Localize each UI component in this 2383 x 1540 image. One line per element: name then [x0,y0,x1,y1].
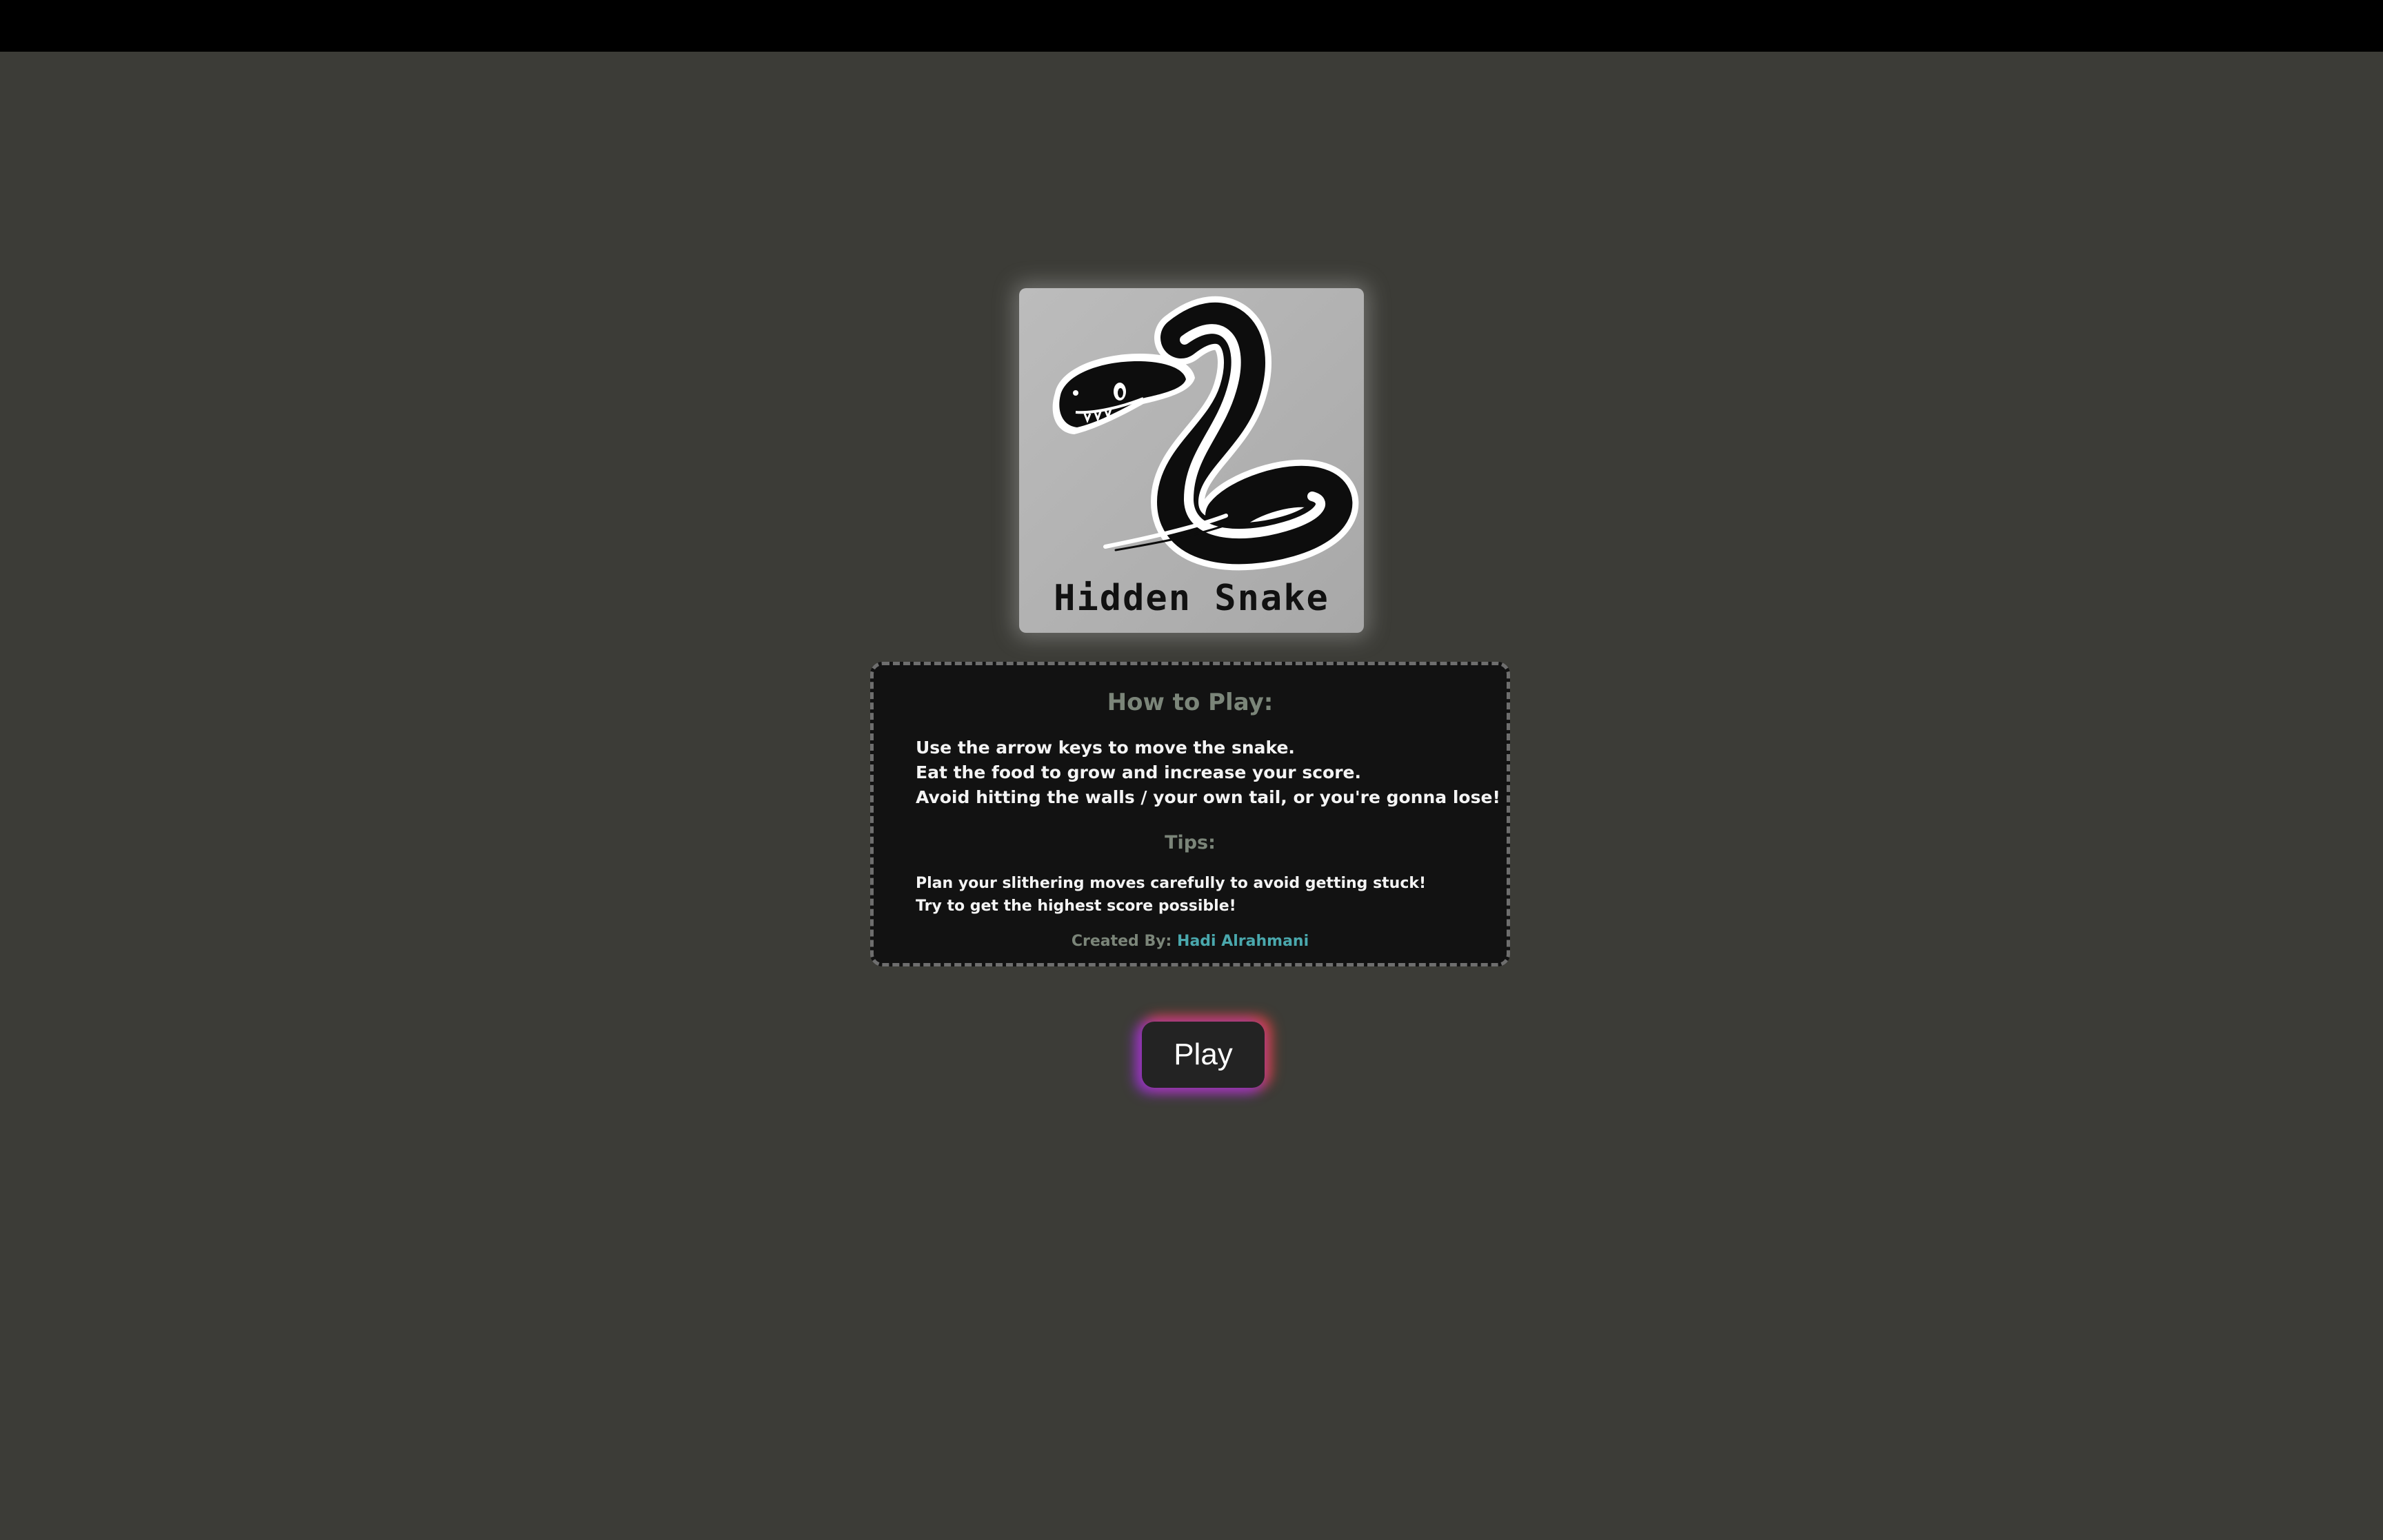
instruction-item: Use the arrow keys to move the snake. [916,738,1295,758]
tips-list: Plan your slithering moves carefully to … [916,872,1426,918]
tips-title: Tips: [1165,832,1216,853]
author-link[interactable]: Hadi Alrahmani [1177,933,1309,950]
instructions-list: Use the arrow keys to move the snake. Ea… [916,736,1500,810]
tip-item: Try to get the highest score possible! [916,898,1236,915]
browser-top-bar [0,0,2383,52]
play-button[interactable]: Play [1142,1022,1265,1088]
how-to-play-title: How to Play: [1107,689,1274,716]
instruction-item: Eat the food to grow and increase your s… [916,762,1361,782]
credit-label: Created By: [1071,933,1172,950]
snake-icon [1052,296,1358,571]
logo-title: Hidden Snake [1054,578,1329,619]
game-logo: Hidden Snake [1019,288,1364,633]
credit-line: Created By: Hadi Alrahmani [874,933,1507,950]
instruction-item: Avoid hitting the walls / your own tail,… [916,787,1500,807]
tip-item: Plan your slithering moves carefully to … [916,875,1427,892]
how-to-play-panel: How to Play: Use the arrow keys to move … [870,662,1510,966]
